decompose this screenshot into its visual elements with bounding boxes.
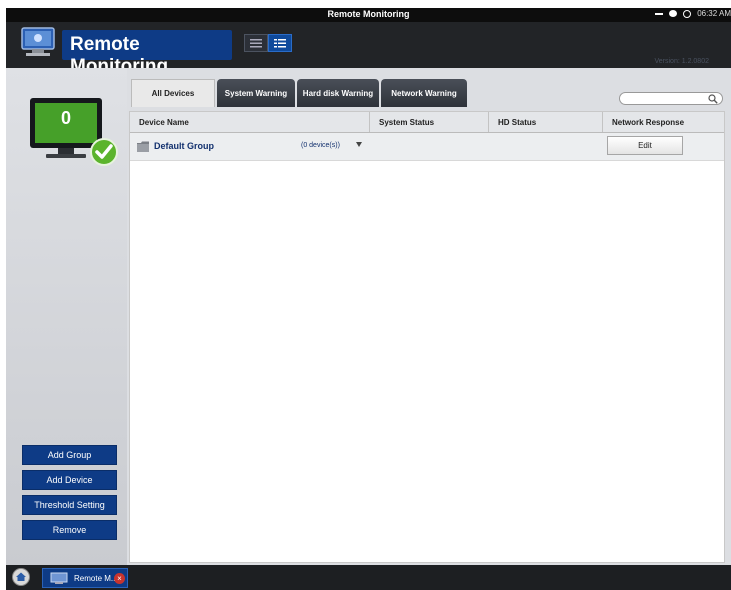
device-count: 0 (60, 108, 71, 128)
detail-view-button[interactable] (268, 34, 292, 52)
minimize-icon[interactable] (655, 12, 664, 15)
app-title-pill: Remote Monitoring (62, 30, 232, 77)
chevron-down-icon[interactable] (356, 142, 362, 147)
threshold-setting-button[interactable]: Threshold Setting (22, 495, 117, 515)
tab-system-warning[interactable]: System Warning (217, 79, 295, 107)
search-input[interactable] (626, 93, 706, 104)
group-name[interactable]: Default Group (154, 141, 214, 151)
view-toggle (244, 34, 292, 52)
add-device-button[interactable]: Add Device (22, 470, 117, 490)
folder-icon (137, 141, 149, 152)
list-view-button[interactable] (244, 34, 268, 52)
home-button[interactable] (12, 568, 30, 586)
list-view-icon (250, 38, 262, 47)
clock-text: 06:32 AM (697, 9, 731, 18)
add-group-button[interactable]: Add Group (22, 445, 117, 465)
device-status-monitor: 0 (28, 96, 120, 166)
app-thumbnail-icon (50, 572, 68, 584)
app-header: Remote Monitoring Version: 1.2.0802 (6, 22, 731, 77)
tab-hard-disk-warning[interactable]: Hard disk Warning (297, 79, 379, 107)
remove-button[interactable]: Remove (22, 520, 117, 540)
column-header-network-response[interactable]: Network Response (603, 112, 724, 132)
search-icon[interactable] (708, 94, 718, 104)
column-header-device-name[interactable]: Device Name (130, 112, 370, 132)
monitor-icon (30, 98, 118, 166)
table-row[interactable]: Default Group (0 device(s)) Edit (130, 133, 724, 161)
power-icon[interactable] (683, 9, 692, 18)
table-header: Device Name System Status HD Status Netw… (130, 112, 724, 133)
system-tray: 06:32 AM (655, 9, 731, 18)
close-icon[interactable]: × (114, 573, 125, 584)
taskbar: Remote M.. × (6, 565, 731, 590)
search-box[interactable] (619, 92, 723, 105)
tab-network-warning[interactable]: Network Warning (381, 79, 467, 107)
home-icon (16, 572, 26, 581)
detail-view-icon (274, 38, 286, 47)
sidebar: 0 Add Group Add Device Threshold Setting… (6, 68, 128, 565)
group-device-count: (0 device(s)) (301, 142, 340, 149)
chat-icon[interactable] (669, 10, 678, 17)
app-logo-icon (21, 27, 55, 56)
edit-button[interactable]: Edit (607, 136, 683, 155)
taskbar-app-item[interactable]: Remote M.. × (42, 568, 128, 588)
device-table: Device Name System Status HD Status Netw… (129, 111, 725, 563)
column-header-hd-status[interactable]: HD Status (489, 112, 603, 132)
app-window: Remote Monitoring 06:32 AM Remote Monito… (0, 0, 731, 590)
taskbar-app-label: Remote M.. (74, 574, 116, 583)
main-content: All Devices System Warning Hard disk War… (127, 68, 731, 565)
version-label: Version: 1.2.0802 (654, 58, 710, 65)
system-bar: Remote Monitoring 06:32 AM (6, 8, 731, 22)
column-header-system-status[interactable]: System Status (370, 112, 489, 132)
window-title: Remote Monitoring (327, 9, 410, 19)
tab-all-devices[interactable]: All Devices (131, 79, 215, 107)
